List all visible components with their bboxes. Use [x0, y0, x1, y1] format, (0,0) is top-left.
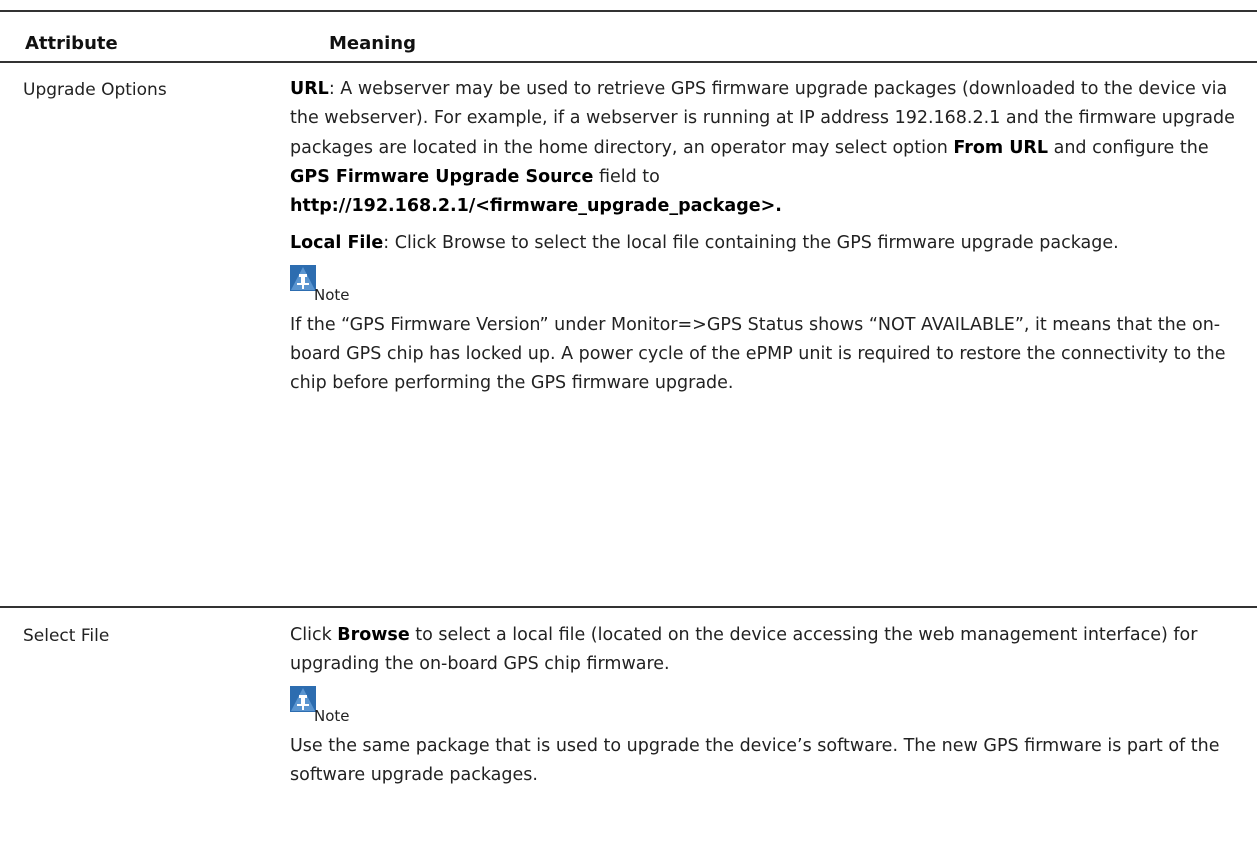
and-configure-text: and configure the	[1048, 137, 1209, 158]
note-pin-icon	[290, 264, 316, 291]
from-url-term: From URL	[953, 137, 1049, 158]
local-file-description: : Click Browse to select the local file …	[383, 233, 1119, 254]
note-text: If the “GPS Firmware Version” under Moni…	[290, 314, 1226, 394]
note-callout: Note	[290, 685, 1240, 732]
header-divider	[0, 61, 1257, 63]
source-field-term: GPS Firmware Upgrade Source	[290, 166, 594, 187]
column-header-attribute: Attribute	[25, 33, 118, 54]
url-option-paragraph: URL: A webserver may be used to retrieve…	[290, 75, 1240, 221]
local-file-term: Local File	[290, 233, 384, 254]
meaning-select-file: Click Browse to select a local file (loc…	[290, 621, 1240, 790]
meaning-upgrade-options: URL: A webserver may be used to retrieve…	[290, 75, 1240, 399]
local-file-paragraph: Local File: Click Browse to select the l…	[290, 229, 1240, 258]
click-text: Click	[290, 625, 338, 645]
note-callout: Note	[290, 264, 1240, 311]
browse-paragraph: Click Browse to select a local file (loc…	[290, 621, 1240, 680]
example-url: http://192.168.2.1/<firmware_upgrade_pac…	[290, 196, 782, 217]
note-label: Note	[314, 285, 350, 304]
url-term: URL	[290, 79, 329, 99]
column-header-meaning: Meaning	[329, 33, 416, 54]
row-divider	[0, 606, 1257, 608]
browse-term: Browse	[337, 625, 410, 645]
browse-description: to select a local file (located on the d…	[290, 625, 1198, 675]
note-pin-icon	[290, 685, 316, 712]
attribute-upgrade-options: Upgrade Options	[23, 80, 167, 100]
note-text: Use the same package that is used to upg…	[290, 735, 1220, 785]
field-to-text: field to	[593, 166, 660, 187]
note-label: Note	[314, 706, 350, 725]
table-top-border	[0, 10, 1257, 12]
attribute-select-file: Select File	[23, 626, 110, 646]
